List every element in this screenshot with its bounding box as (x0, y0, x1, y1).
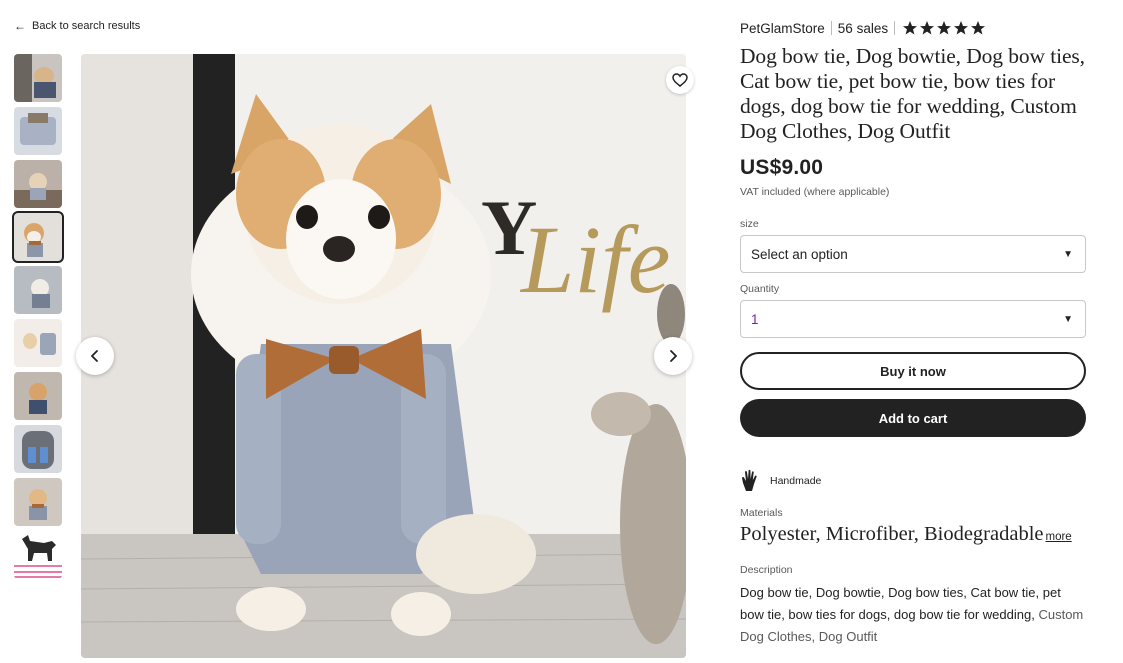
caret-down-icon: ▼ (1063, 248, 1073, 260)
thumbnail-strip (12, 54, 64, 584)
heart-icon (672, 73, 688, 87)
next-image-button[interactable] (654, 337, 692, 375)
thumbnail-10-size-chart[interactable] (14, 531, 62, 579)
quantity-select-value: 1 (751, 311, 759, 327)
thumbnail-4-selected[interactable] (12, 211, 64, 263)
handmade-label: Handmade (770, 475, 822, 487)
thumbnail-2[interactable] (14, 107, 62, 155)
size-select-value: Select an option (751, 246, 848, 262)
back-to-search-label: Back to search results (32, 20, 141, 32)
back-to-search-link[interactable]: ← Back to search results (14, 20, 140, 32)
arrow-left-icon: ← (14, 19, 26, 33)
vat-note: VAT included (where applicable) (740, 186, 890, 198)
sign-text-life: Life (519, 206, 670, 313)
materials-label: Materials (740, 507, 783, 519)
description-label: Description (740, 564, 793, 576)
thumbnail-1[interactable] (14, 54, 62, 102)
handmade-badge: Handmade (740, 469, 1086, 493)
divider (894, 21, 896, 35)
thumbnail-8[interactable] (14, 425, 62, 473)
materials-value: Polyester, Microfiber, Biodegradable (740, 523, 1044, 545)
add-to-favorites-button[interactable] (666, 66, 694, 94)
product-info-panel: PetGlamStore 56 sales Dog bow tie, Dog b… (740, 18, 1086, 648)
caret-down-icon: ▼ (1063, 313, 1073, 325)
shop-info-row: PetGlamStore 56 sales (740, 18, 1086, 38)
thumbnail-7[interactable] (14, 372, 62, 420)
description-main: Dog bow tie, Dog bowtie, Dog bow ties, C… (740, 585, 1061, 622)
previous-image-button[interactable] (76, 337, 114, 375)
materials-more-link[interactable]: more (1046, 531, 1072, 543)
thumbnail-3[interactable] (14, 160, 62, 208)
thumbnail-6[interactable] (14, 319, 62, 367)
quantity-label: Quantity (740, 283, 780, 295)
star-rating[interactable] (902, 20, 986, 36)
star-icon (903, 21, 918, 35)
size-label: size (740, 218, 759, 230)
materials-row: Polyester, Microfiber, Biodegradable mor… (740, 523, 1086, 546)
quantity-select[interactable]: 1 ▼ (740, 300, 1086, 338)
divider (830, 21, 832, 35)
product-title: Dog bow tie, Dog bowtie, Dog bow ties, C… (740, 44, 1085, 143)
product-price: US$9.00 (740, 156, 824, 179)
star-icon (971, 21, 986, 35)
size-select[interactable]: Select an option ▼ (740, 235, 1086, 273)
shop-name-link[interactable]: PetGlamStore (740, 21, 825, 36)
add-to-cart-button[interactable]: Add to cart (740, 399, 1086, 437)
dog-in-bow-tie-photo: Y Life (81, 54, 686, 658)
sales-count: 56 sales (837, 20, 889, 36)
star-icon (937, 21, 952, 35)
chevron-right-icon (670, 350, 677, 362)
chevron-left-icon (91, 350, 98, 362)
star-icon (920, 21, 935, 35)
main-product-image: Y Life (81, 54, 686, 658)
star-icon (954, 21, 969, 35)
thumbnail-5[interactable] (14, 266, 62, 314)
thumbnail-9[interactable] (14, 478, 62, 526)
hand-icon (742, 469, 757, 491)
buy-it-now-button[interactable]: Buy it now (740, 352, 1086, 390)
description-text: Dog bow tie, Dog bowtie, Dog bow ties, C… (740, 582, 1086, 648)
